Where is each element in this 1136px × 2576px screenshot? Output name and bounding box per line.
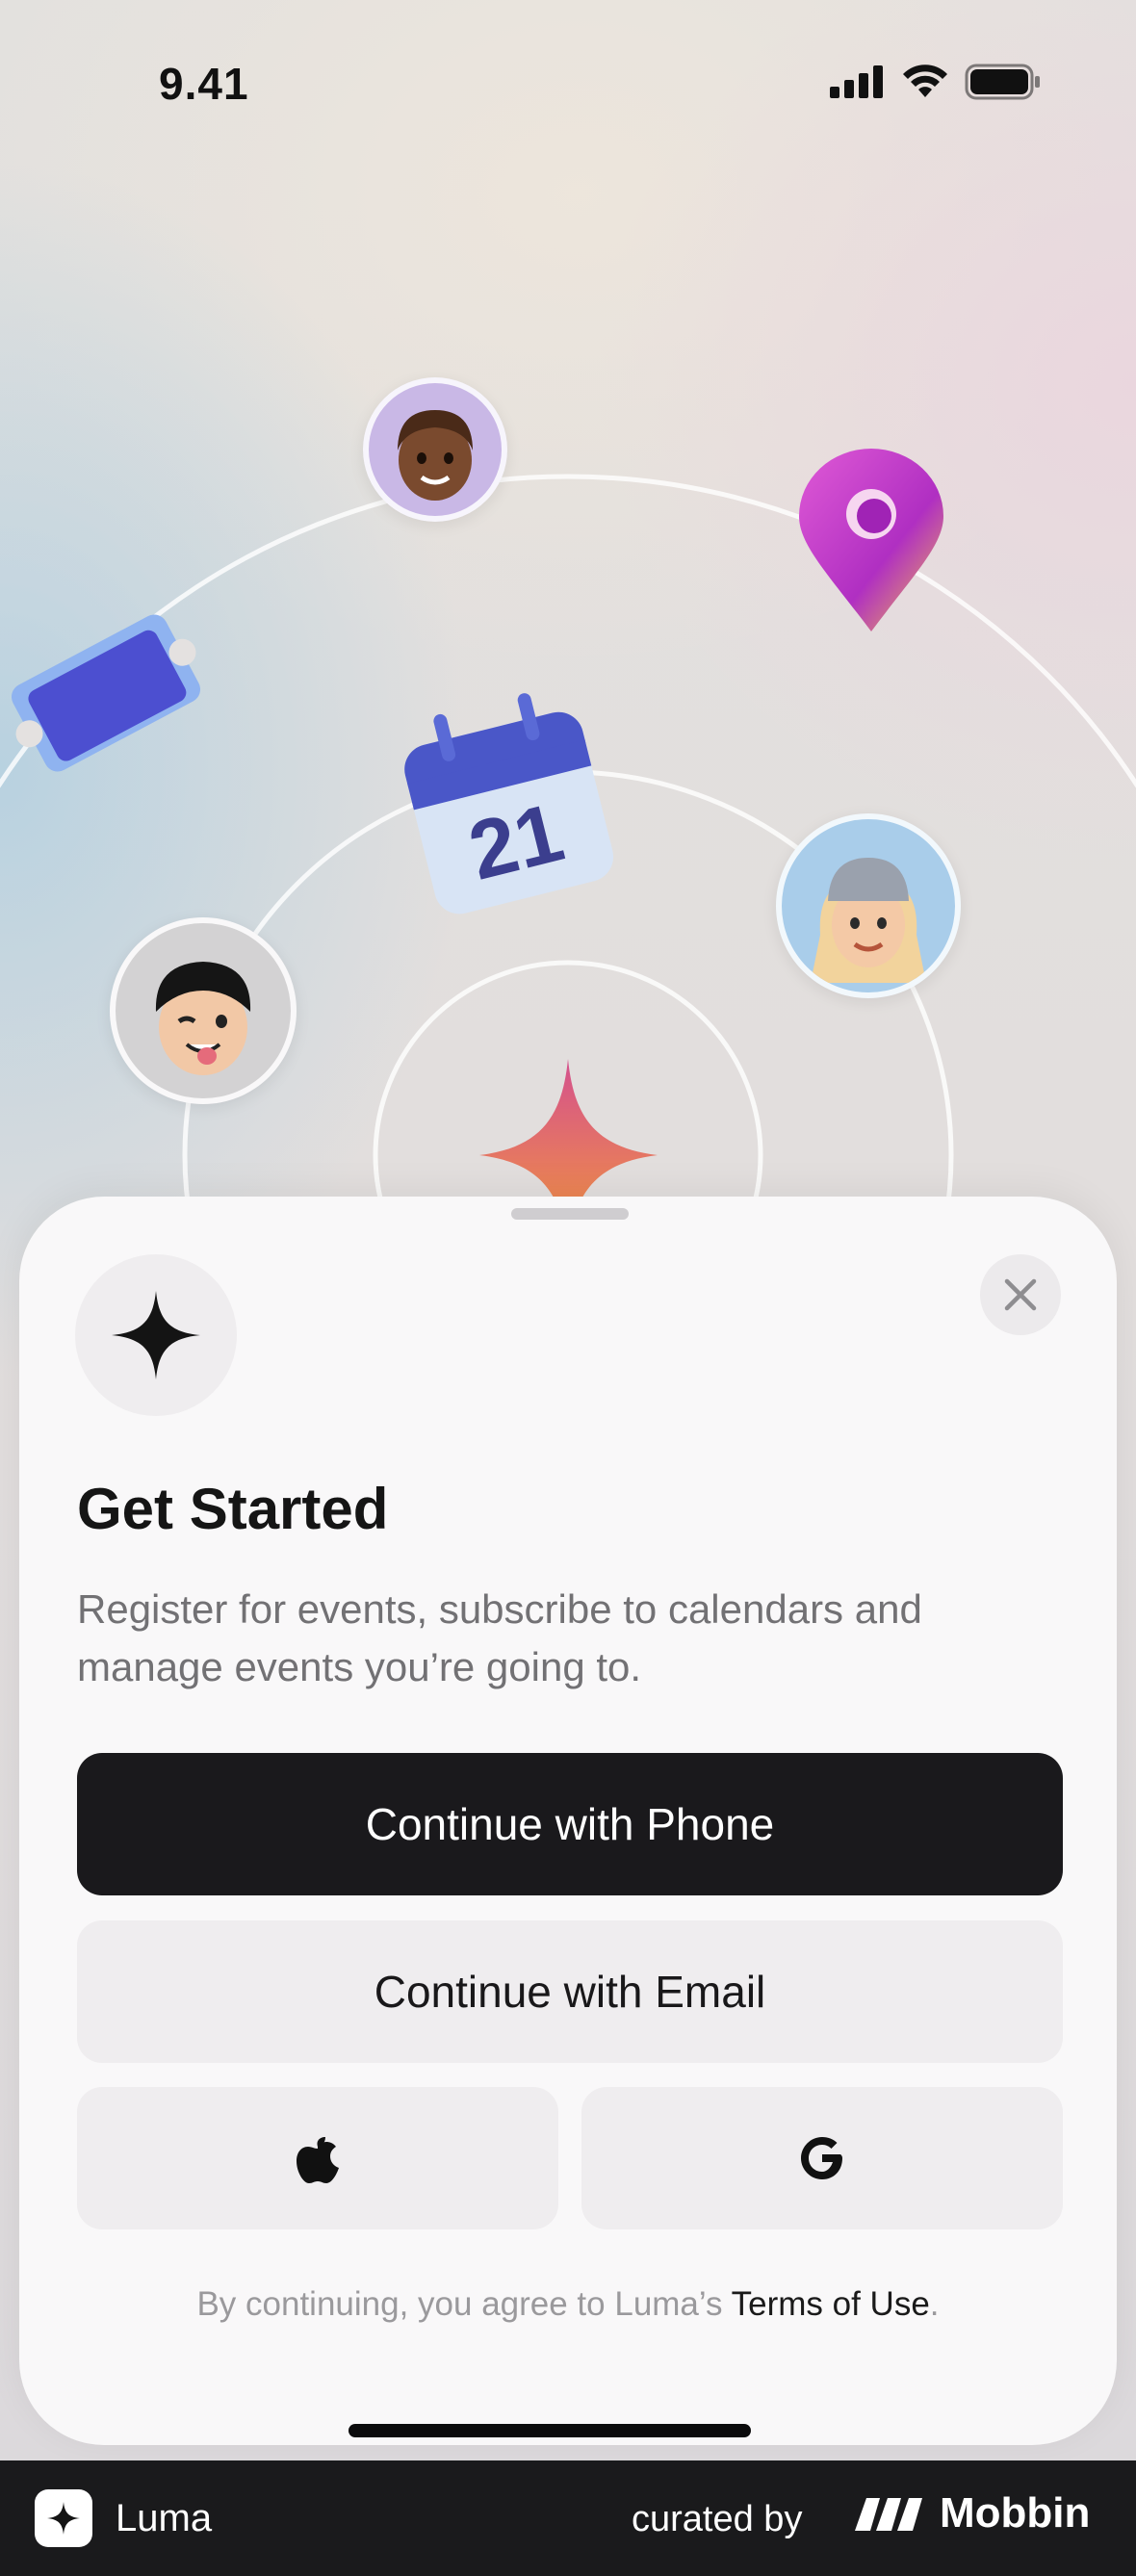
mobbin-footer: Luma curated by Mobbin xyxy=(0,2460,1136,2576)
continue-with-phone-button[interactable]: Continue with Phone xyxy=(77,1753,1063,1895)
get-started-sheet: Get Started Register for events, subscri… xyxy=(19,1197,1117,2445)
footer-app-name: Luma xyxy=(116,2497,213,2539)
apple-icon xyxy=(297,2137,339,2183)
mobbin-brand: Mobbin xyxy=(853,2489,1090,2537)
close-button[interactable] xyxy=(980,1254,1061,1335)
google-icon xyxy=(801,2137,842,2179)
avatar-winking xyxy=(110,917,297,1104)
calendar-icon: 21 xyxy=(404,693,614,914)
ticket-icon xyxy=(11,614,201,772)
terms-prefix: By continuing, you agree to Luma’s xyxy=(196,2285,732,2323)
sign-in-with-apple-button[interactable] xyxy=(77,2087,558,2229)
sparkle-icon xyxy=(112,1291,200,1379)
sign-in-with-google-button[interactable] xyxy=(581,2087,1063,2229)
sparkle-star-icon xyxy=(479,1059,658,1213)
sheet-grabber[interactable] xyxy=(511,1208,629,1220)
app-screen: 9.41 21 Get Started Register for events,… xyxy=(0,0,1136,2460)
continue-with-phone-label: Continue with Phone xyxy=(365,1799,775,1849)
footer-brand-name: Mobbin xyxy=(940,2489,1091,2537)
continue-with-email-button[interactable]: Continue with Email xyxy=(77,1920,1063,2063)
terms-of-use-link[interactable]: Terms of Use xyxy=(732,2285,930,2323)
luma-app-icon xyxy=(35,2489,92,2547)
mobbin-logo-icon xyxy=(855,2498,922,2531)
avatar-brown-hair xyxy=(363,377,507,522)
app-badge xyxy=(75,1254,237,1416)
continue-with-email-label: Continue with Email xyxy=(374,1967,766,2017)
sheet-subtitle: Register for events, subscribe to calend… xyxy=(77,1586,922,1689)
home-indicator xyxy=(349,2424,751,2437)
footer-curated-by: curated by xyxy=(632,2499,803,2539)
close-icon xyxy=(1004,1278,1037,1311)
avatar-beanie xyxy=(776,813,961,998)
terms-suffix: . xyxy=(929,2285,940,2323)
terms-text: By continuing, you agree to Luma’s Terms… xyxy=(19,2285,1117,2324)
sheet-title: Get Started xyxy=(77,1477,389,1541)
hero-illustration: 21 xyxy=(0,0,1136,1251)
sparkle-icon xyxy=(47,2502,80,2535)
location-pin-icon xyxy=(799,449,943,631)
